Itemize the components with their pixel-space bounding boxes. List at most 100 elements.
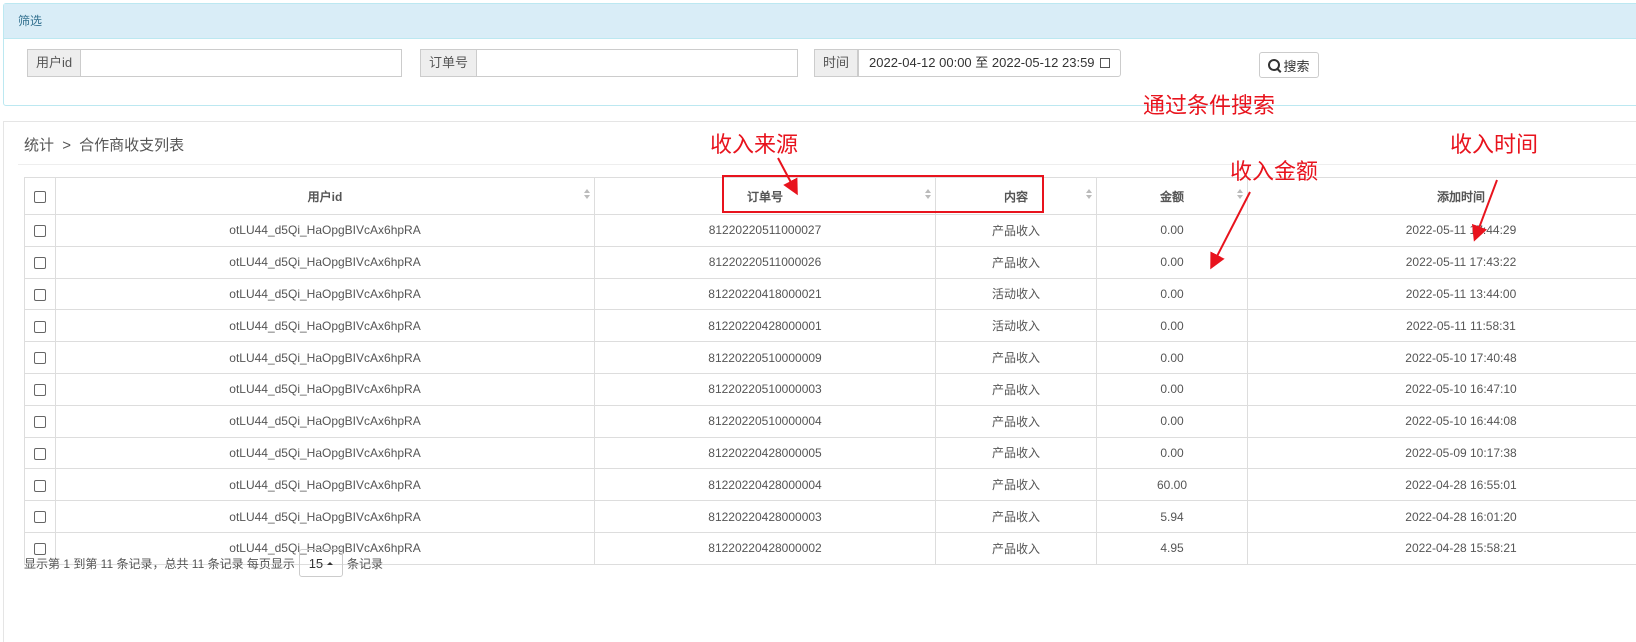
- row-select-cell: [25, 278, 56, 310]
- income-table: 用户id 订单号 内容 金额 添加时间 otLU44_d5Qi_HaOpgBIV…: [24, 177, 1636, 565]
- table-row[interactable]: otLU44_d5Qi_HaOpgBIVcAx6hpRA812202204280…: [25, 501, 1636, 533]
- row-checkbox[interactable]: [34, 416, 46, 428]
- pagination-suffix: 条记录: [347, 555, 383, 572]
- select-all-cell: [25, 178, 56, 215]
- select-all-checkbox[interactable]: [34, 191, 46, 203]
- cell-time: 2022-05-11 17:44:29: [1248, 215, 1636, 247]
- time-label: 时间: [814, 49, 858, 77]
- row-select-cell: [25, 373, 56, 405]
- cell-time: 2022-05-11 13:44:00: [1248, 278, 1636, 310]
- cell-content: 产品收入: [936, 215, 1097, 247]
- search-button[interactable]: 搜索: [1259, 52, 1319, 78]
- cell-content: 产品收入: [936, 246, 1097, 278]
- user-id-field: 用户id: [27, 49, 402, 77]
- cell-user-id: otLU44_d5Qi_HaOpgBIVcAx6hpRA: [56, 437, 595, 469]
- table-row[interactable]: otLU44_d5Qi_HaOpgBIVcAx6hpRA812202204280…: [25, 437, 1636, 469]
- breadcrumb: 统计 > 合作商收支列表: [24, 134, 184, 155]
- cell-order-no: 81220220428000001: [595, 310, 936, 342]
- time-range-input[interactable]: 2022-04-12 00:00 至 2022-05-12 23:59: [858, 49, 1121, 77]
- sort-icon: [1237, 189, 1243, 201]
- breadcrumb-divider: [18, 164, 1636, 165]
- row-checkbox[interactable]: [34, 289, 46, 301]
- cell-time: 2022-05-11 17:43:22: [1248, 246, 1636, 278]
- cell-time: 2022-04-28 16:01:20: [1248, 501, 1636, 533]
- row-select-cell: [25, 437, 56, 469]
- table-row[interactable]: otLU44_d5Qi_HaOpgBIVcAx6hpRA812202204280…: [25, 310, 1636, 342]
- cell-amount: 0.00: [1097, 278, 1248, 310]
- row-select-cell: [25, 215, 56, 247]
- cell-order-no: 81220220510000003: [595, 373, 936, 405]
- cell-order-no: 81220220510000009: [595, 342, 936, 374]
- order-no-input[interactable]: [477, 49, 798, 77]
- cell-amount: 0.00: [1097, 437, 1248, 469]
- table-row[interactable]: otLU44_d5Qi_HaOpgBIVcAx6hpRA812202204280…: [25, 469, 1636, 501]
- breadcrumb-root[interactable]: 统计: [24, 137, 54, 154]
- annotation-highlight-box: [722, 175, 1044, 213]
- table-row[interactable]: otLU44_d5Qi_HaOpgBIVcAx6hpRA812202205110…: [25, 215, 1636, 247]
- cell-user-id: otLU44_d5Qi_HaOpgBIVcAx6hpRA: [56, 469, 595, 501]
- row-checkbox[interactable]: [34, 448, 46, 460]
- cell-amount: 4.95: [1097, 532, 1248, 564]
- cell-user-id: otLU44_d5Qi_HaOpgBIVcAx6hpRA: [56, 310, 595, 342]
- column-user-id-label: 用户id: [308, 190, 343, 204]
- row-checkbox[interactable]: [34, 257, 46, 269]
- row-checkbox[interactable]: [34, 225, 46, 237]
- user-id-input[interactable]: [81, 49, 402, 77]
- cell-user-id: otLU44_d5Qi_HaOpgBIVcAx6hpRA: [56, 246, 595, 278]
- caret-up-icon: [327, 562, 333, 565]
- cell-user-id: otLU44_d5Qi_HaOpgBIVcAx6hpRA: [56, 215, 595, 247]
- table-row[interactable]: otLU44_d5Qi_HaOpgBIVcAx6hpRA812202204180…: [25, 278, 1636, 310]
- row-select-cell: [25, 405, 56, 437]
- cell-time: 2022-05-10 16:44:08: [1248, 405, 1636, 437]
- order-no-field: 订单号: [420, 49, 798, 77]
- order-no-label: 订单号: [420, 49, 477, 77]
- breadcrumb-current: 合作商收支列表: [79, 137, 184, 154]
- column-time-label: 添加时间: [1437, 190, 1485, 204]
- cell-content: 产品收入: [936, 469, 1097, 501]
- cell-content: 产品收入: [936, 437, 1097, 469]
- calendar-icon: [1100, 58, 1110, 68]
- row-select-cell: [25, 469, 56, 501]
- cell-amount: 60.00: [1097, 469, 1248, 501]
- page-size-select[interactable]: 15: [299, 549, 343, 577]
- cell-user-id: otLU44_d5Qi_HaOpgBIVcAx6hpRA: [56, 373, 595, 405]
- row-checkbox[interactable]: [34, 352, 46, 364]
- column-amount[interactable]: 金额: [1097, 178, 1248, 215]
- table-row[interactable]: otLU44_d5Qi_HaOpgBIVcAx6hpRA812202205100…: [25, 373, 1636, 405]
- table-row[interactable]: otLU44_d5Qi_HaOpgBIVcAx6hpRA812202205100…: [25, 405, 1636, 437]
- column-amount-label: 金额: [1160, 190, 1184, 204]
- sort-icon: [1086, 189, 1092, 201]
- annotation-amount: 收入金额: [1230, 154, 1318, 186]
- cell-order-no: 81220220511000026: [595, 246, 936, 278]
- cell-content: 产品收入: [936, 342, 1097, 374]
- row-checkbox[interactable]: [34, 480, 46, 492]
- time-range-value: 2022-04-12 00:00 至 2022-05-12 23:59: [869, 55, 1095, 70]
- row-checkbox[interactable]: [34, 511, 46, 523]
- annotation-search: 通过条件搜索: [1143, 88, 1275, 120]
- row-checkbox[interactable]: [34, 384, 46, 396]
- cell-user-id: otLU44_d5Qi_HaOpgBIVcAx6hpRA: [56, 278, 595, 310]
- cell-time: 2022-05-11 11:58:31: [1248, 310, 1636, 342]
- row-select-cell: [25, 342, 56, 374]
- cell-order-no: 81220220428000003: [595, 501, 936, 533]
- cell-content: 产品收入: [936, 501, 1097, 533]
- cell-order-no: 81220220428000002: [595, 532, 936, 564]
- cell-order-no: 81220220428000004: [595, 469, 936, 501]
- cell-content: 产品收入: [936, 373, 1097, 405]
- annotation-time: 收入时间: [1450, 127, 1538, 159]
- row-checkbox[interactable]: [34, 321, 46, 333]
- sort-icon: [584, 189, 590, 201]
- cell-amount: 0.00: [1097, 373, 1248, 405]
- cell-content: 产品收入: [936, 532, 1097, 564]
- search-button-label: 搜索: [1283, 56, 1309, 75]
- table-row[interactable]: otLU44_d5Qi_HaOpgBIVcAx6hpRA812202205100…: [25, 342, 1636, 374]
- cell-time: 2022-05-10 17:40:48: [1248, 342, 1636, 374]
- row-select-cell: [25, 501, 56, 533]
- cell-amount: 0.00: [1097, 405, 1248, 437]
- cell-amount: 0.00: [1097, 246, 1248, 278]
- cell-content: 活动收入: [936, 278, 1097, 310]
- table-row[interactable]: otLU44_d5Qi_HaOpgBIVcAx6hpRA812202205110…: [25, 246, 1636, 278]
- column-user-id[interactable]: 用户id: [56, 178, 595, 215]
- pagination-info: 显示第 1 到第 11 条记录，总共 11 条记录 每页显示 15 条记录: [24, 549, 383, 577]
- cell-time: 2022-04-28 15:58:21: [1248, 532, 1636, 564]
